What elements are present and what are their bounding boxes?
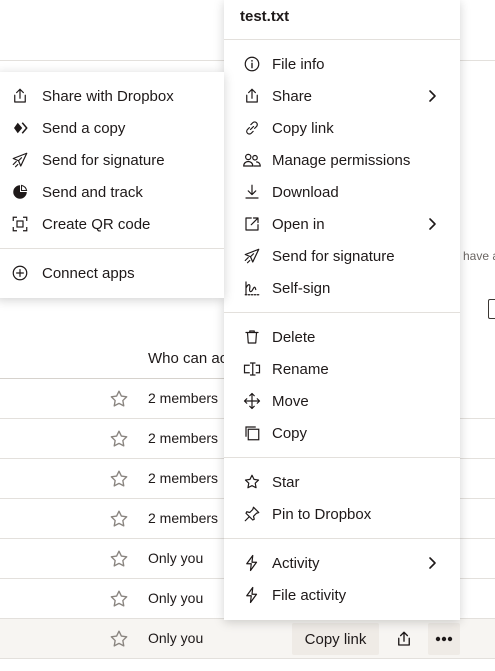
pin-icon xyxy=(242,504,262,524)
row-actions: Copy link xyxy=(0,619,495,659)
submenu-item-send-a-copy[interactable]: Send a copy xyxy=(0,112,224,144)
menu-item-open-in[interactable]: Open in xyxy=(224,208,460,240)
chevron-right-icon xyxy=(429,90,436,102)
menu-item-label: Pin to Dropbox xyxy=(272,505,372,523)
trash-icon xyxy=(242,327,262,347)
paper-plane-icon xyxy=(10,150,30,170)
menu-item-delete[interactable]: Delete xyxy=(224,321,460,353)
menu-divider xyxy=(224,39,460,40)
star-icon[interactable] xyxy=(108,388,130,410)
menu-item-label: Copy xyxy=(272,424,308,442)
open-in-icon xyxy=(242,214,262,234)
menu-item-share[interactable]: Share xyxy=(224,80,460,112)
menu-divider xyxy=(0,248,224,249)
menu-item-label: Copy link xyxy=(272,119,334,137)
column-header-who-can-access[interactable]: Who can ac xyxy=(148,350,227,367)
checkbox[interactable] xyxy=(488,299,495,319)
submenu-item-send-and-track[interactable]: Send and track xyxy=(0,176,224,208)
menu-item-label: Share with Dropbox xyxy=(42,87,174,105)
menu-title: test.txt xyxy=(240,8,290,25)
menu-item-activity[interactable]: Activity xyxy=(224,547,460,579)
chevron-right-icon xyxy=(429,557,436,569)
share-button[interactable] xyxy=(389,623,419,655)
more-options-button[interactable] xyxy=(428,623,460,655)
menu-item-label: Star xyxy=(272,473,300,491)
menu-item-label: Rename xyxy=(272,360,329,378)
star-icon[interactable] xyxy=(108,548,130,570)
menu-item-download[interactable]: Download xyxy=(224,176,460,208)
plus-circle-icon xyxy=(10,263,30,283)
menu-divider xyxy=(224,538,460,539)
access-label: 2 members xyxy=(148,510,219,526)
move-icon xyxy=(242,391,262,411)
star-icon xyxy=(242,472,262,492)
menu-item-label: Send and track xyxy=(42,183,143,201)
submenu-item-send-for-signature[interactable]: Send for signature xyxy=(0,144,224,176)
hint-text: have a xyxy=(463,249,495,263)
menu-item-label: Send for signature xyxy=(42,151,165,169)
star-icon[interactable] xyxy=(108,468,130,490)
share-icon xyxy=(10,86,30,106)
download-icon xyxy=(242,182,262,202)
info-icon xyxy=(242,54,262,74)
lightning-icon xyxy=(242,553,262,573)
menu-item-label: Delete xyxy=(272,328,316,346)
menu-item-copy[interactable]: Copy xyxy=(224,417,460,449)
access-label: Only you xyxy=(148,550,204,566)
star-icon[interactable] xyxy=(108,508,130,530)
menu-item-label: Self-sign xyxy=(272,279,331,297)
menu-divider xyxy=(224,457,460,458)
people-icon xyxy=(242,150,262,170)
share-submenu: Share with Dropbox Send a copy Send for … xyxy=(0,72,224,298)
menu-item-label: File activity xyxy=(272,586,347,604)
menu-item-label: Create QR code xyxy=(42,215,151,233)
menu-item-label: Manage permissions xyxy=(272,151,411,169)
table-row-selected[interactable]: Only you Copy link xyxy=(0,619,495,659)
qr-code-icon xyxy=(10,214,30,234)
access-label: 2 members xyxy=(148,390,219,406)
paper-plane-icon xyxy=(242,246,262,266)
menu-item-file-info[interactable]: File info xyxy=(224,48,460,80)
menu-item-move[interactable]: Move xyxy=(224,385,460,417)
rename-icon xyxy=(242,359,262,379)
menu-item-send-for-signature[interactable]: Send for signature xyxy=(224,240,460,272)
submenu-item-create-qr-code[interactable]: Create QR code xyxy=(0,208,224,240)
share-icon xyxy=(242,86,262,106)
menu-item-label: Send for signature xyxy=(272,247,395,265)
menu-item-file-activity[interactable]: File activity xyxy=(224,579,460,611)
menu-item-copy-link[interactable]: Copy link xyxy=(224,112,460,144)
menu-item-star[interactable]: Star xyxy=(224,466,460,498)
copy-link-button[interactable]: Copy link xyxy=(292,623,379,655)
menu-item-label: Download xyxy=(272,183,339,201)
menu-item-label: Connect apps xyxy=(42,264,135,282)
menu-item-rename[interactable]: Rename xyxy=(224,353,460,385)
transfer-icon xyxy=(10,118,30,138)
menu-item-label: Move xyxy=(272,392,309,410)
access-label: 2 members xyxy=(148,470,219,486)
menu-item-label: Open in xyxy=(272,215,325,233)
menu-item-label: Share xyxy=(272,87,313,105)
menu-item-pin-to-dropbox[interactable]: Pin to Dropbox xyxy=(224,498,460,530)
context-menu: test.txt File info Share Copy link Manag… xyxy=(224,0,460,620)
lightning-icon xyxy=(242,585,262,605)
copy-icon xyxy=(242,423,262,443)
access-label: Only you xyxy=(148,590,204,606)
menu-divider xyxy=(224,312,460,313)
submenu-item-share-with-dropbox[interactable]: Share with Dropbox xyxy=(0,80,224,112)
pie-chart-icon xyxy=(10,182,30,202)
menu-item-label: Activity xyxy=(272,554,320,572)
chevron-right-icon xyxy=(429,218,436,230)
menu-item-label: File info xyxy=(272,55,325,73)
menu-item-manage-permissions[interactable]: Manage permissions xyxy=(224,144,460,176)
signature-icon xyxy=(242,278,262,298)
star-icon[interactable] xyxy=(108,588,130,610)
access-label: 2 members xyxy=(148,430,219,446)
link-icon xyxy=(242,118,262,138)
menu-item-label: Send a copy xyxy=(42,119,126,137)
more-icon xyxy=(435,636,453,642)
menu-item-self-sign[interactable]: Self-sign xyxy=(224,272,460,304)
star-icon[interactable] xyxy=(108,428,130,450)
submenu-item-connect-apps[interactable]: Connect apps xyxy=(0,257,224,289)
share-icon xyxy=(398,631,410,646)
